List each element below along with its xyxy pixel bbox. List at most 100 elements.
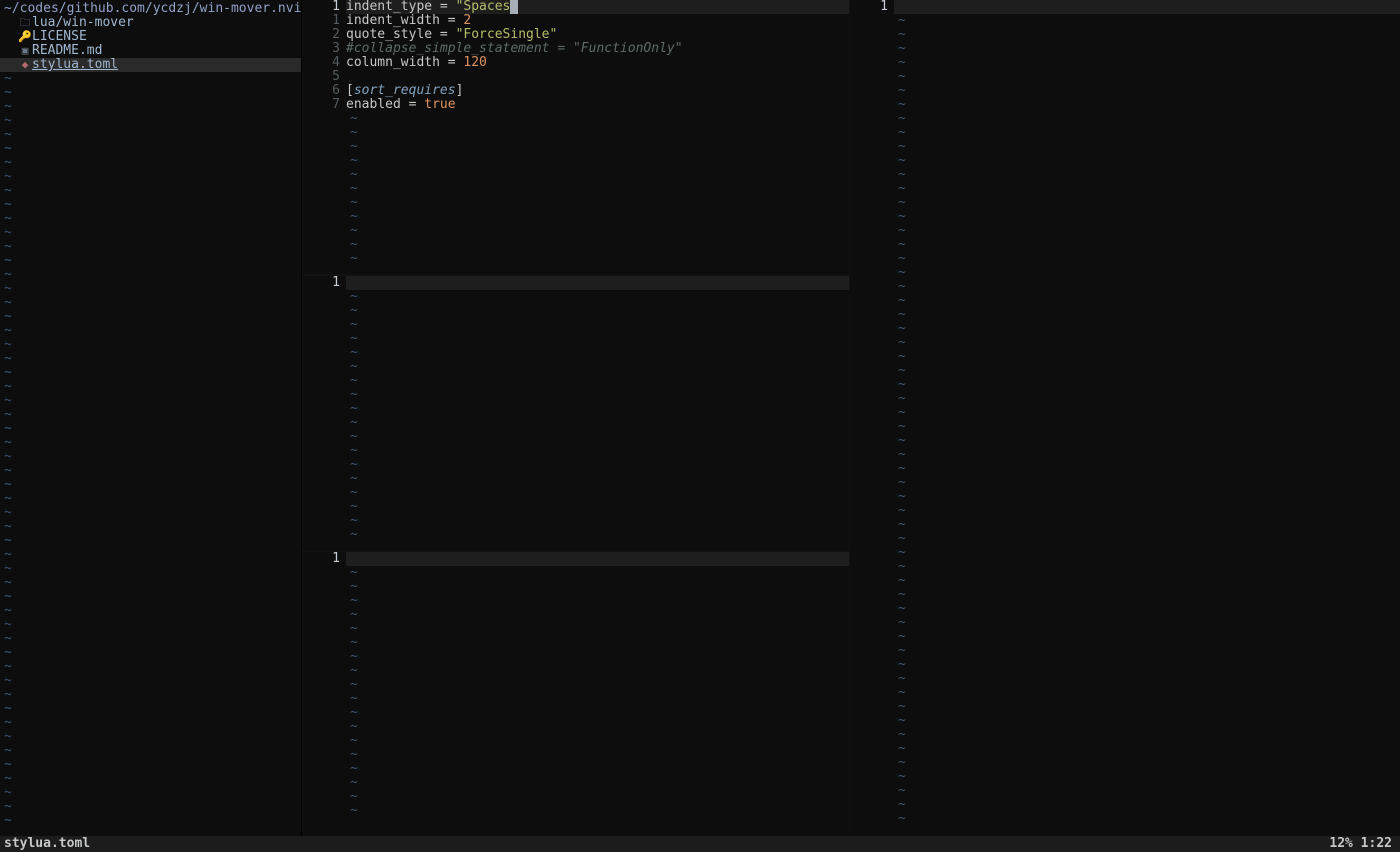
empty-line-marker: ~ xyxy=(4,72,301,86)
code-line[interactable]: enabled = true xyxy=(346,98,849,112)
empty-line-marker: ~ xyxy=(4,338,301,352)
empty-line-marker: ~ xyxy=(4,688,301,702)
empty-line-marker: ~ xyxy=(4,786,301,800)
editor-pane-bottom[interactable]: 1 ~~~~~~~~~~~~~~~~~~ xyxy=(302,552,849,836)
empty-line-marker: ~ xyxy=(898,224,1400,238)
empty-line-marker: ~ xyxy=(898,518,1400,532)
code-line[interactable]: [sort_requires] xyxy=(346,84,849,98)
file-tree-item[interactable]: 🔑LICENSE xyxy=(0,30,301,44)
file-tree-item-label: stylua.toml xyxy=(32,58,118,72)
empty-line-marker: ~ xyxy=(898,672,1400,686)
empty-line-marker: ~ xyxy=(4,268,301,282)
empty-line-marker: ~ xyxy=(898,350,1400,364)
code-token: 120 xyxy=(463,55,486,70)
code-token: = xyxy=(409,97,425,112)
code-area[interactable]: ~~~~~~~~~~~~~~~~~~ xyxy=(346,276,849,550)
empty-line-marker: ~ xyxy=(4,394,301,408)
empty-line-marker: ~ xyxy=(4,506,301,520)
empty-line-marker: ~ xyxy=(898,476,1400,490)
status-position: 12% 1:22 xyxy=(1329,837,1392,851)
empty-line-marker: ~ xyxy=(350,528,849,542)
empty-line-marker: ~ xyxy=(350,182,849,196)
code-token: column_width xyxy=(346,55,448,70)
code-token: "Spaces xyxy=(456,0,511,14)
empty-line-marker: ~ xyxy=(350,622,849,636)
empty-line-marker: ~ xyxy=(350,416,849,430)
code-token: true xyxy=(424,97,455,112)
empty-line-marker: ~ xyxy=(350,252,849,266)
code-token: 2 xyxy=(463,13,471,28)
empty-line-marker: ~ xyxy=(898,210,1400,224)
editor-pane-right[interactable]: 1 ~~~~~~~~~~~~~~~~~~~~~~~~~~~~~~~~~~~~~~… xyxy=(850,0,1400,836)
file-tree-item[interactable]: ◆stylua.toml xyxy=(0,58,301,72)
empty-line-marker: ~ xyxy=(898,742,1400,756)
empty-line-marker: ~ xyxy=(898,714,1400,728)
right-column: 1 ~~~~~~~~~~~~~~~~~~~~~~~~~~~~~~~~~~~~~~… xyxy=(850,0,1400,836)
empty-line-marker: ~ xyxy=(898,756,1400,770)
empty-line-marker: ~ xyxy=(898,798,1400,812)
empty-line-marker: ~ xyxy=(350,706,849,720)
empty-line-marker: ~ xyxy=(350,720,849,734)
empty-line-marker: ~ xyxy=(4,702,301,716)
code-line[interactable]: quote_style = "ForceSingle" xyxy=(346,28,849,42)
empty-line-marker: ~ xyxy=(898,546,1400,560)
empty-line-marker: ~ xyxy=(898,588,1400,602)
empty-line-marker: ~ xyxy=(898,700,1400,714)
cursor xyxy=(510,0,517,14)
empty-line-marker: ~ xyxy=(350,304,849,318)
empty-line-marker: ~ xyxy=(898,308,1400,322)
license-icon: 🔑 xyxy=(18,30,32,44)
empty-line-marker: ~ xyxy=(4,380,301,394)
empty-line-marker: ~ xyxy=(4,366,301,380)
line-number-gutter: 11234567 xyxy=(302,0,346,274)
code-area[interactable]: ~~~~~~~~~~~~~~~~~~~~~~~~~~~~~~~~~~~~~~~~… xyxy=(894,0,1400,836)
empty-line-marker: ~ xyxy=(4,758,301,772)
file-tree: ~/codes/github.com/ycdzj/win-mover.nvi 🗀… xyxy=(0,0,302,836)
empty-line-marker: ~ xyxy=(898,98,1400,112)
line-number-gutter: 1 xyxy=(302,552,346,836)
code-line[interactable] xyxy=(346,70,849,84)
empty-line-marker: ~ xyxy=(898,70,1400,84)
empty-line-marker: ~ xyxy=(4,660,301,674)
empty-line-marker: ~ xyxy=(350,804,849,818)
empty-line-marker: ~ xyxy=(4,520,301,534)
empty-line-marker: ~ xyxy=(4,100,301,114)
code-token: = xyxy=(440,0,456,14)
empty-line-marker: ~ xyxy=(350,112,849,126)
empty-line-marker: ~ xyxy=(898,336,1400,350)
code-line[interactable]: indent_width = 2 xyxy=(346,14,849,28)
file-tree-item-label: README.md xyxy=(32,44,102,58)
empty-line-marker: ~ xyxy=(898,56,1400,70)
file-tree-item[interactable]: ▣README.md xyxy=(0,44,301,58)
code-area[interactable]: indent_type = "Spacesindent_width = 2quo… xyxy=(346,0,849,274)
editor-pane-main[interactable]: 11234567 indent_type = "Spacesindent_wid… xyxy=(302,0,849,276)
code-line[interactable]: #collapse_simple_statement = "FunctionOn… xyxy=(346,42,849,56)
empty-line-marker: ~ xyxy=(4,226,301,240)
line-number: 7 xyxy=(302,98,340,112)
empty-line-marker: ~ xyxy=(350,402,849,416)
empty-line-marker: ~ xyxy=(4,142,301,156)
editor-empty-lines: ~~~~~~~~~~~~~~~~~~ xyxy=(346,290,849,542)
editor-pane-mid[interactable]: 1 ~~~~~~~~~~~~~~~~~~ xyxy=(302,276,849,552)
empty-line-marker: ~ xyxy=(350,580,849,594)
empty-line-marker: ~ xyxy=(898,378,1400,392)
empty-line-marker: ~ xyxy=(4,240,301,254)
empty-line-marker: ~ xyxy=(4,114,301,128)
file-tree-list: 🗀lua/win-mover🔑LICENSE▣README.md◆stylua.… xyxy=(0,16,301,72)
empty-line-marker: ~ xyxy=(4,590,301,604)
empty-line-marker: ~ xyxy=(4,422,301,436)
empty-line-marker: ~ xyxy=(4,282,301,296)
editor-empty-lines: ~~~~~~~~~~~~~~~~~~ xyxy=(346,566,849,818)
line-number: 2 xyxy=(302,28,340,42)
empty-line-marker: ~ xyxy=(898,462,1400,476)
empty-line-marker: ~ xyxy=(898,658,1400,672)
empty-line-marker: ~ xyxy=(350,346,849,360)
empty-line-marker: ~ xyxy=(898,266,1400,280)
code-line[interactable]: column_width = 120 xyxy=(346,56,849,70)
editor-empty-lines: ~~~~~~~~~~~ xyxy=(346,112,849,266)
empty-line-marker: ~ xyxy=(4,170,301,184)
current-line[interactable]: indent_type = "Spaces xyxy=(346,0,849,14)
file-tree-item[interactable]: 🗀lua/win-mover xyxy=(0,16,301,30)
code-area[interactable]: ~~~~~~~~~~~~~~~~~~ xyxy=(346,552,849,836)
empty-line-marker: ~ xyxy=(350,500,849,514)
